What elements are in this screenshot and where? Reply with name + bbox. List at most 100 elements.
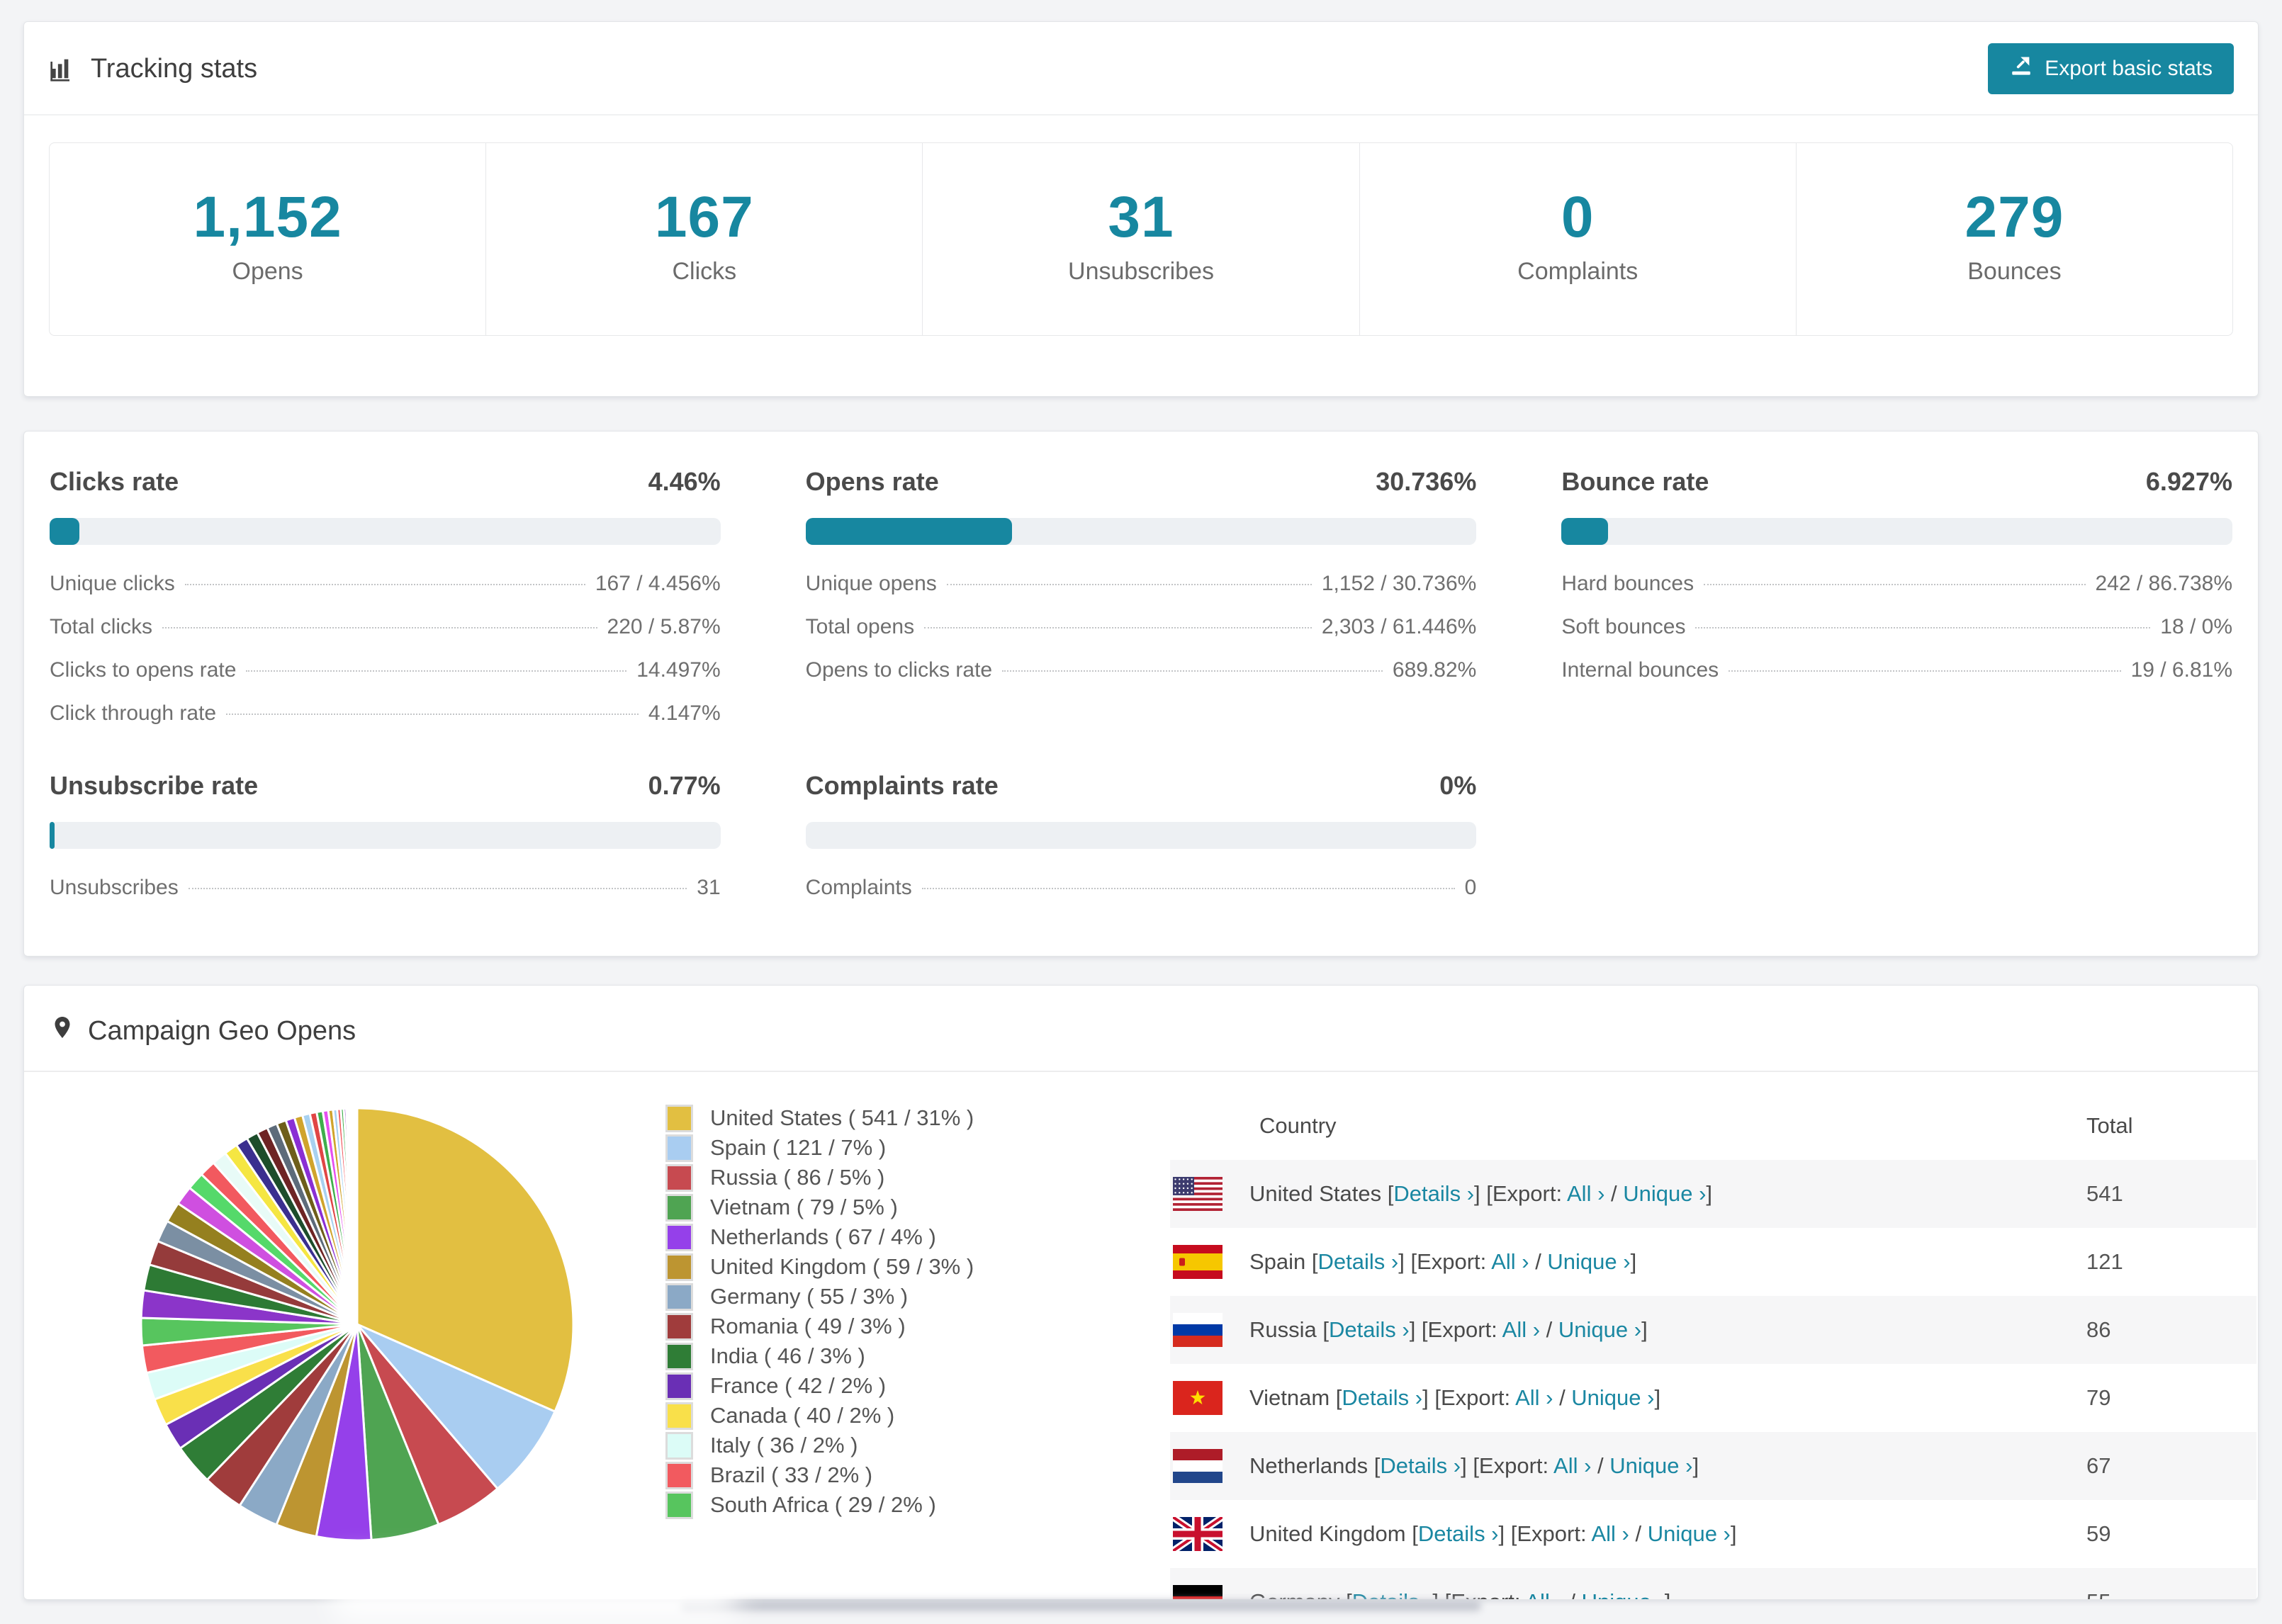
- progress-bar-fill: [50, 822, 55, 849]
- metric-value: 18 / 0%: [2160, 615, 2232, 638]
- metric-value: 167 / 4.456%: [595, 572, 721, 595]
- export-all-link[interactable]: All ›: [1591, 1521, 1629, 1546]
- legend-label: Brazil ( 33 / 2% ): [710, 1462, 873, 1487]
- export-unique-link[interactable]: Unique ›: [1547, 1249, 1630, 1274]
- legend-swatch: [665, 1253, 693, 1281]
- export-all-link[interactable]: All ›: [1525, 1589, 1563, 1599]
- details-link[interactable]: Details ›: [1352, 1589, 1433, 1599]
- capture-blur-artifact: [333, 1559, 737, 1623]
- total-cell: 79: [2086, 1385, 2111, 1410]
- details-link[interactable]: Details ›: [1329, 1317, 1410, 1342]
- metric-label: Opens to clicks rate: [805, 658, 993, 682]
- country-column-header: Country: [1259, 1113, 1337, 1138]
- country-name: Netherlands: [1249, 1453, 1368, 1478]
- metric-value: 1,152 / 30.736%: [1321, 572, 1477, 595]
- legend-item: Netherlands ( 67 / 4% ): [665, 1222, 974, 1252]
- dotted-leader: [246, 670, 627, 672]
- export-all-link[interactable]: All ›: [1553, 1453, 1591, 1478]
- geo-table-body: United States [Details ›] [Export: All ›…: [1170, 1160, 2256, 1599]
- rate-percent: 30.736%: [1376, 467, 1477, 496]
- summary-stats-row: 1,152 Opens 167 Clicks 31 Unsubscribes 0…: [49, 142, 2233, 336]
- rate-block: Complaints rate 0% Complaints 0: [805, 771, 1477, 900]
- metric-label: Unique clicks: [50, 572, 175, 595]
- progress-bar-fill: [805, 518, 1012, 545]
- export-unique-link[interactable]: Unique ›: [1582, 1589, 1665, 1599]
- dotted-leader: [1002, 670, 1383, 672]
- total-cell: 541: [2086, 1181, 2123, 1206]
- metric-value: 2,303 / 61.446%: [1321, 615, 1477, 638]
- geo-table: Country Total United States [Details ›] …: [1170, 1092, 2256, 1599]
- rate-title: Complaints rate: [805, 771, 999, 800]
- metric-value: 14.497%: [636, 658, 721, 682]
- legend-swatch: [665, 1431, 693, 1460]
- stat-label: Opens: [232, 258, 303, 285]
- details-link[interactable]: Details ›: [1342, 1385, 1422, 1410]
- legend-swatch: [665, 1461, 693, 1489]
- legend-swatch: [665, 1104, 693, 1132]
- export-unique-link[interactable]: Unique ›: [1623, 1181, 1706, 1206]
- export-all-link[interactable]: All ›: [1502, 1317, 1540, 1342]
- details-link[interactable]: Details ›: [1380, 1453, 1461, 1478]
- metric-label: Soft bounces: [1561, 615, 1686, 638]
- legend-item: Vietnam ( 79 / 5% ): [665, 1192, 974, 1222]
- legend-swatch: [665, 1312, 693, 1341]
- metric-row: Internal bounces 19 / 6.81%: [1561, 658, 2232, 682]
- export-all-link[interactable]: All ›: [1491, 1249, 1529, 1274]
- export-basic-stats-button[interactable]: Export basic stats: [1988, 43, 2234, 94]
- summary-stat-opens: 1,152 Opens: [50, 143, 485, 335]
- campaign-geo-opens-panel: Campaign Geo Opens United States ( 541 /…: [23, 985, 2259, 1600]
- summary-stat-clicks: 167 Clicks: [485, 143, 922, 335]
- legend-item: United Kingdom ( 59 / 3% ): [665, 1252, 974, 1282]
- country-name: Vietnam: [1249, 1385, 1330, 1410]
- metric-label: Click through rate: [50, 701, 217, 725]
- legend-swatch: [665, 1342, 693, 1370]
- details-link[interactable]: Details ›: [1418, 1521, 1499, 1546]
- metric-label: Total opens: [805, 615, 915, 638]
- legend-swatch: [665, 1163, 693, 1192]
- rate-title: Clicks rate: [50, 467, 179, 496]
- rate-block: Bounce rate 6.927% Hard bounces 242 / 86…: [1561, 467, 2232, 726]
- tracking-stats-panel: Tracking stats Export basic stats 1,152 …: [23, 21, 2259, 397]
- flag-es-icon: [1173, 1245, 1222, 1279]
- legend-swatch: [665, 1402, 693, 1430]
- summary-stat-complaints: 0 Complaints: [1359, 143, 1796, 335]
- total-cell: 59: [2086, 1521, 2111, 1546]
- legend-swatch: [665, 1372, 693, 1400]
- country-cell: United Kingdom [Details ›] [Export: All …: [1249, 1521, 1737, 1546]
- export-all-link[interactable]: All ›: [1515, 1385, 1553, 1410]
- details-link[interactable]: Details ›: [1393, 1181, 1474, 1206]
- country-name: United States: [1249, 1181, 1382, 1206]
- dotted-leader: [226, 714, 639, 715]
- export-unique-link[interactable]: Unique ›: [1571, 1385, 1654, 1410]
- legend-item: Spain ( 121 / 7% ): [665, 1133, 974, 1163]
- country-cell: Spain [Details ›] [Export: All › / Uniqu…: [1249, 1249, 1637, 1274]
- progress-bar: [805, 822, 1477, 849]
- dotted-leader: [162, 627, 597, 628]
- legend-label: Netherlands ( 67 / 4% ): [710, 1224, 936, 1249]
- rates-grid: Clicks rate 4.46% Unique clicks 167 / 4.…: [50, 467, 2232, 900]
- rate-percent: 0%: [1439, 771, 1477, 800]
- export-all-link[interactable]: All ›: [1567, 1181, 1604, 1206]
- rate-block: Clicks rate 4.46% Unique clicks 167 / 4.…: [50, 467, 721, 726]
- legend-label: Spain ( 121 / 7% ): [710, 1135, 887, 1160]
- export-unique-link[interactable]: Unique ›: [1609, 1453, 1692, 1478]
- legend-label: South Africa ( 29 / 2% ): [710, 1492, 936, 1517]
- metric-value: 31: [697, 876, 721, 899]
- export-unique-link[interactable]: Unique ›: [1648, 1521, 1731, 1546]
- legend-item: South Africa ( 29 / 2% ): [665, 1490, 974, 1520]
- export-icon: [2009, 54, 2033, 84]
- metric-label: Hard bounces: [1561, 572, 1694, 595]
- dotted-leader: [921, 888, 1455, 889]
- details-link[interactable]: Details ›: [1318, 1249, 1399, 1274]
- dotted-leader: [924, 627, 1312, 628]
- map-pin-icon: [50, 1013, 75, 1049]
- rate-percent: 6.927%: [2145, 467, 2232, 496]
- metric-row: Hard bounces 242 / 86.738%: [1561, 572, 2232, 596]
- export-unique-link[interactable]: Unique ›: [1558, 1317, 1641, 1342]
- stat-value: 1,152: [193, 185, 342, 249]
- total-cell: 86: [2086, 1317, 2111, 1342]
- rate-percent: 0.77%: [648, 771, 721, 800]
- legend-label: France ( 42 / 2% ): [710, 1373, 887, 1398]
- geo-pie-chart: [130, 1098, 584, 1551]
- legend-swatch: [665, 1223, 693, 1251]
